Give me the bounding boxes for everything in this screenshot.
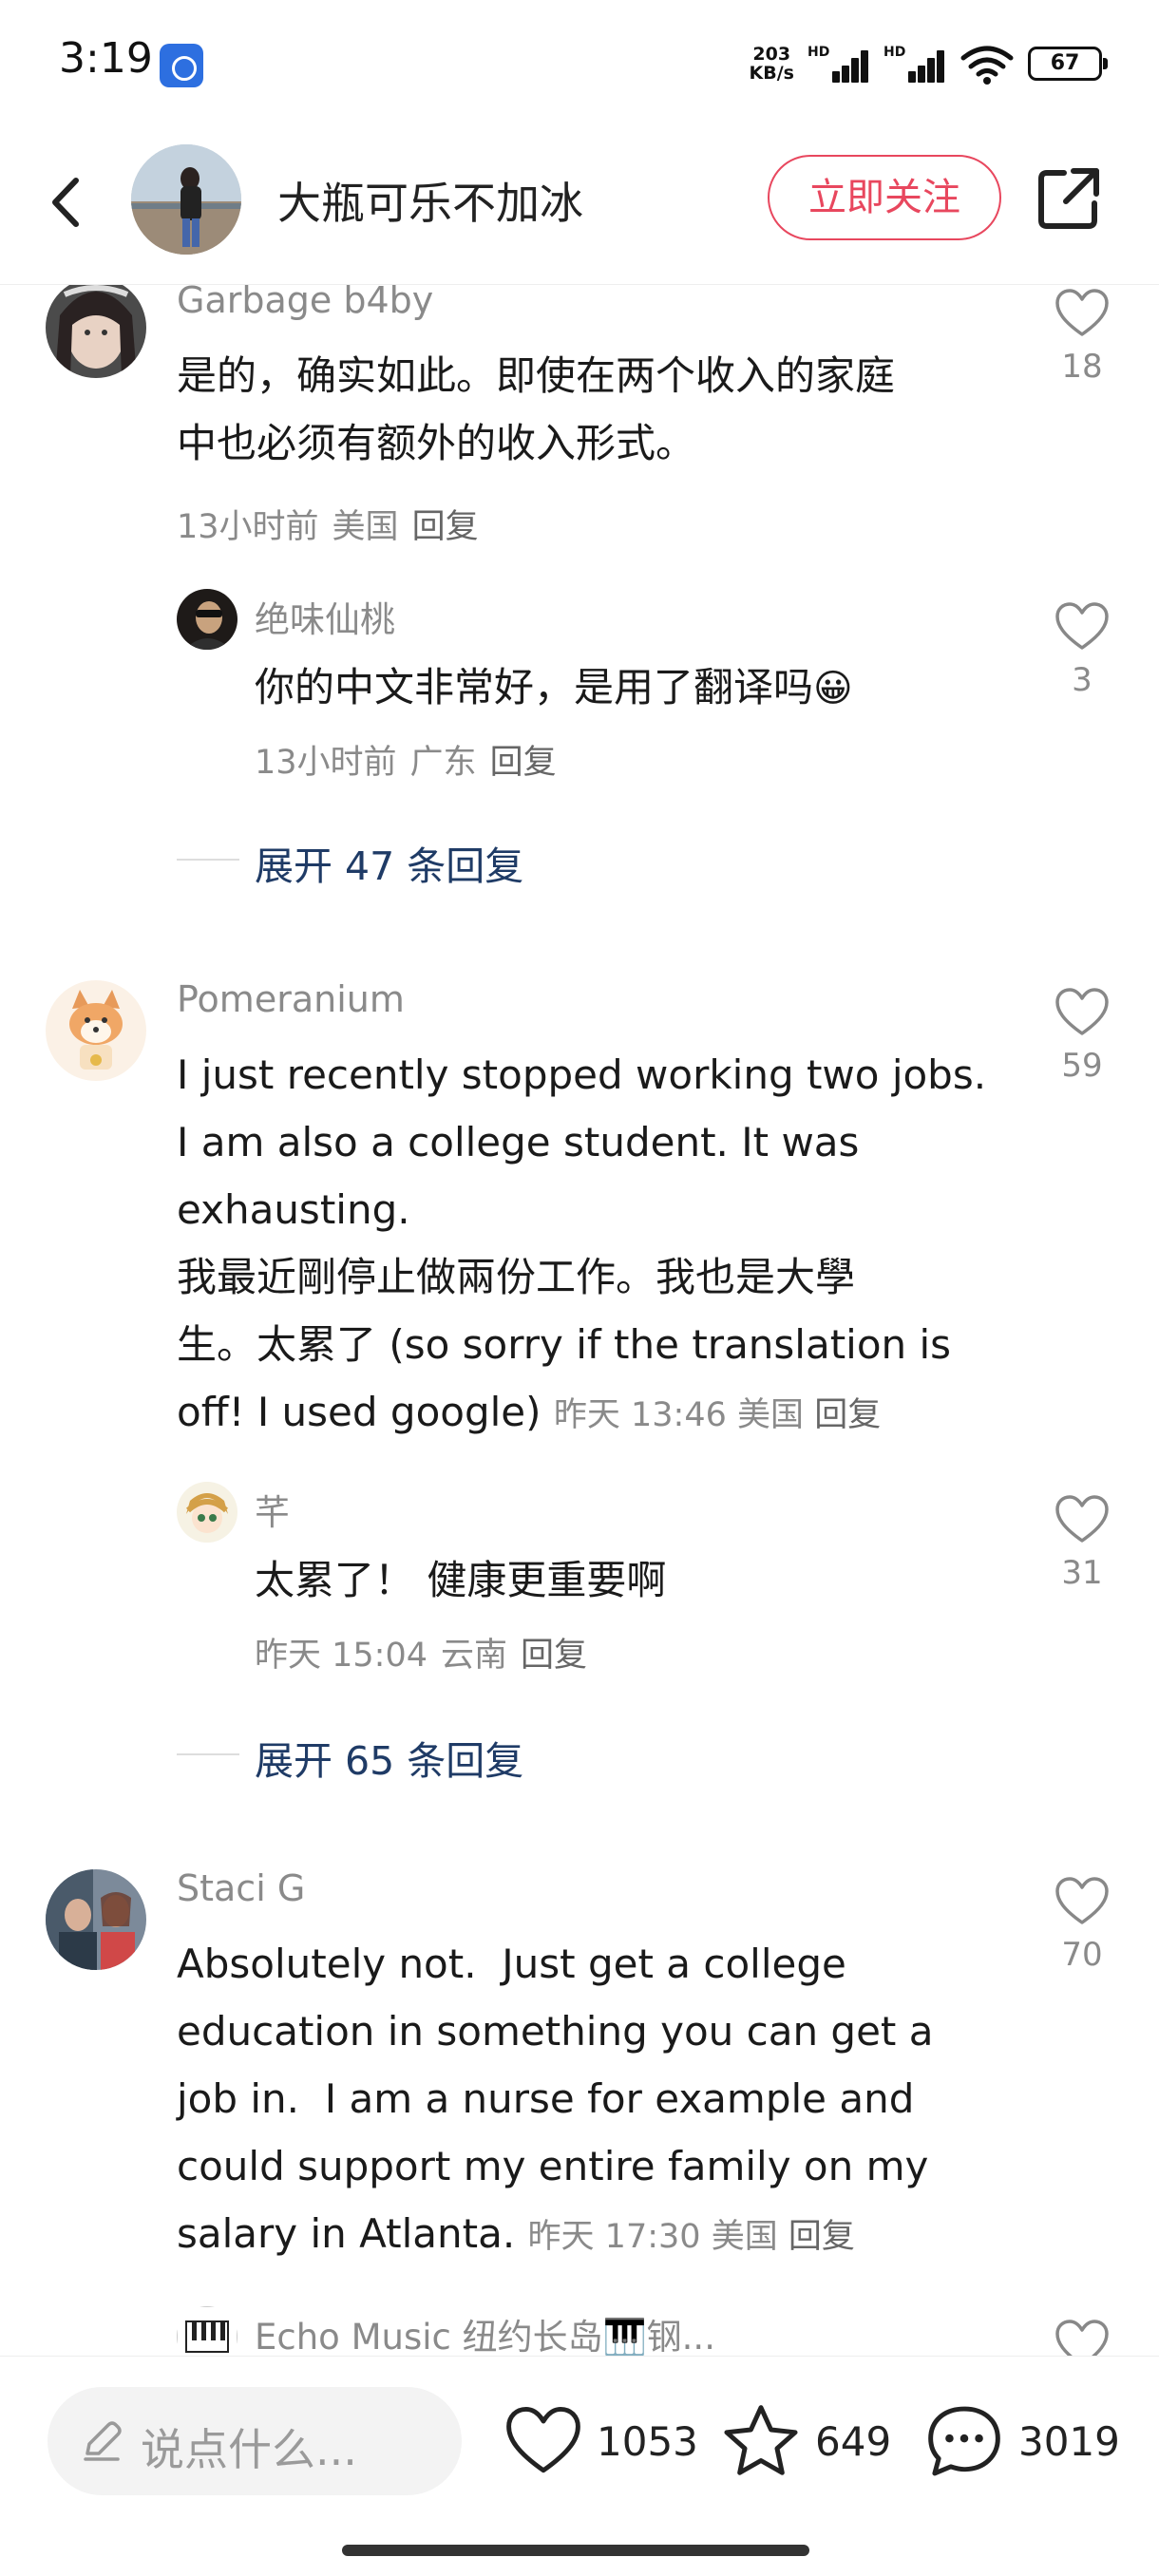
- like-count: 31: [1061, 1554, 1103, 1592]
- divider: [177, 1753, 239, 1755]
- like-count: 59: [1061, 1047, 1103, 1085]
- reply-avatar[interactable]: [177, 1482, 238, 1543]
- wifi-icon: [960, 46, 1014, 85]
- status-bar: 3:19 203 KB/s HD HD 67: [0, 0, 1159, 123]
- heart-icon[interactable]: [1054, 986, 1111, 1039]
- profile-header: 大瓶可乐不加冰 立即关注: [0, 123, 1159, 285]
- share-icon[interactable]: [1036, 165, 1102, 232]
- commenter-avatar[interactable]: [46, 980, 146, 1081]
- reply-text: 你的中文非常好，是用了翻译吗😀: [255, 664, 853, 710]
- comment-meta: 13小时前 美国 回复: [177, 508, 479, 546]
- reply-like[interactable]: 31: [1039, 1493, 1125, 1592]
- favorite-action[interactable]: 649: [720, 2396, 891, 2486]
- commenter-avatar[interactable]: [46, 1869, 146, 1970]
- reply-button[interactable]: 回复: [521, 1637, 587, 1675]
- comment-like[interactable]: 18: [1039, 287, 1125, 386]
- reply-button[interactable]: 回复: [788, 2218, 855, 2256]
- reply-username[interactable]: 芊: [255, 1484, 290, 1535]
- reply-button[interactable]: 回复: [412, 508, 479, 546]
- net-speed: 203 KB/s: [749, 44, 794, 84]
- author-name: 大瓶可乐不加冰: [277, 178, 583, 229]
- home-indicator[interactable]: [342, 2545, 809, 2556]
- comment-like[interactable]: 70: [1039, 1875, 1125, 1974]
- star-icon[interactable]: [720, 2402, 802, 2480]
- heart-icon[interactable]: [1054, 600, 1111, 653]
- reply-like[interactable]: 3: [1039, 600, 1125, 699]
- divider: [177, 859, 239, 861]
- comment-text: I just recently stopped working two jobs…: [177, 1051, 987, 1435]
- bottom-action-bar: 说点什么... 1053 649 3019: [0, 2356, 1159, 2576]
- comment-meta: 昨天 17:30 美国 回复: [527, 2218, 855, 2256]
- like-count: 70: [1061, 1936, 1103, 1974]
- like-count: 18: [1061, 348, 1103, 386]
- like-action[interactable]: 1053: [504, 2396, 698, 2486]
- like-total: 1053: [597, 2417, 698, 2465]
- expand-replies-button[interactable]: 展开 65 条回复: [255, 1729, 523, 1786]
- reply-text: 太累了！ 健康更重要啊: [255, 1557, 667, 1603]
- heart-icon[interactable]: [1054, 1875, 1111, 1928]
- comment-placeholder: 说点什么...: [141, 2424, 357, 2475]
- comment-action[interactable]: 3019: [923, 2396, 1120, 2486]
- heart-icon[interactable]: [504, 2403, 583, 2479]
- comment-text: Absolutely not. Just get a college educa…: [177, 1941, 934, 2257]
- favorite-total: 649: [815, 2417, 892, 2465]
- reply-meta: 昨天 15:04 云南 回复: [255, 1637, 588, 1675]
- chat-bubble-icon[interactable]: [923, 2402, 1005, 2480]
- comment-list: Garbage b4by 是的，确实如此。即使在两个收入的家庭 中也必须有额外的…: [0, 285, 1159, 2356]
- expand-replies-button[interactable]: 展开 47 条回复: [255, 834, 523, 891]
- app-notification-icon: [160, 44, 203, 87]
- reply-meta: 13小时前 广东 回复: [255, 744, 557, 782]
- reply-avatar[interactable]: [177, 2306, 238, 2356]
- author-avatar[interactable]: [131, 144, 241, 255]
- heart-icon[interactable]: [1054, 1493, 1111, 1546]
- heart-icon[interactable]: [1054, 287, 1111, 340]
- like-count: 3: [1072, 661, 1092, 699]
- reply-like[interactable]: [1039, 2318, 1125, 2356]
- comment-username[interactable]: Garbage b4by: [177, 285, 433, 321]
- heart-icon[interactable]: [1054, 2318, 1111, 2356]
- commenter-avatar[interactable]: [46, 285, 146, 378]
- status-indicators: 203 KB/s HD HD 67: [749, 38, 1108, 89]
- emoji: 😀: [813, 667, 853, 710]
- comment-meta: 昨天 13:46 美国 回复: [553, 1396, 882, 1434]
- follow-button[interactable]: 立即关注: [768, 155, 1001, 240]
- reply-username[interactable]: 绝味仙桃: [255, 591, 395, 642]
- comment-text: 是的，确实如此。即使在两个收入的家庭 中也必须有额外的收入形式。: [177, 352, 896, 466]
- comment-username[interactable]: Staci G: [177, 1867, 305, 1909]
- status-time: 3:19: [59, 34, 153, 83]
- comment-like[interactable]: 59: [1039, 986, 1125, 1085]
- signal-icon-2: HD: [884, 45, 946, 83]
- back-icon[interactable]: [38, 169, 95, 236]
- comment-input[interactable]: 说点什么...: [48, 2387, 462, 2495]
- battery-icon: 67: [1028, 47, 1108, 81]
- reply-avatar[interactable]: [177, 589, 238, 650]
- comment-total: 3019: [1018, 2417, 1120, 2465]
- reply-button[interactable]: 回复: [490, 744, 557, 782]
- signal-icon: HD: [808, 45, 870, 83]
- pen-icon: [84, 2421, 122, 2461]
- comment-username[interactable]: Pomeranium: [177, 978, 405, 1020]
- reply-username[interactable]: Echo Music 纽约长岛🎹钢...: [255, 2308, 715, 2356]
- reply-button[interactable]: 回复: [814, 1396, 881, 1434]
